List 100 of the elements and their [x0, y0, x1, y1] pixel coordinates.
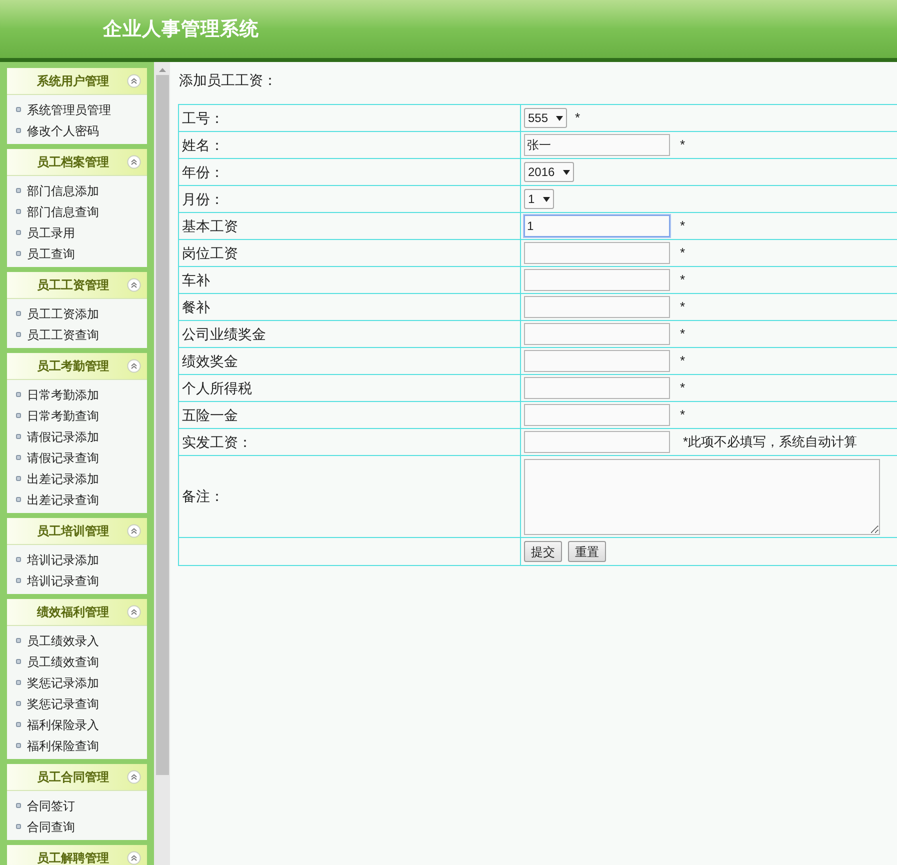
input-field[interactable] — [524, 269, 670, 291]
sidebar-link[interactable]: 出差记录添加 — [27, 470, 99, 488]
collapse-icon[interactable] — [127, 605, 141, 619]
field-label: 岗位工资 — [182, 244, 238, 260]
form-button[interactable]: 重置 — [568, 541, 606, 562]
input-field[interactable] — [524, 431, 670, 453]
form-button[interactable]: 提交 — [524, 541, 562, 562]
input-field[interactable]: 张一 — [524, 134, 670, 156]
field-label: 餐补 — [182, 298, 210, 314]
input-field[interactable] — [524, 323, 670, 345]
sidebar-link[interactable]: 培训记录查询 — [27, 572, 99, 590]
dropdown[interactable]: 555 — [524, 108, 568, 128]
bullet-icon — [16, 413, 21, 418]
sidebar-link[interactable]: 请假记录添加 — [27, 428, 99, 446]
required-mark: * — [680, 352, 686, 370]
field-label: 公司业绩奖金 — [182, 326, 266, 342]
sidebar-link[interactable]: 日常考勤添加 — [27, 386, 99, 404]
collapse-icon[interactable] — [127, 770, 141, 784]
required-mark: * — [680, 271, 686, 290]
panel-header[interactable]: 员工工资管理 — [7, 272, 147, 299]
dropdown[interactable]: 1 — [524, 189, 554, 209]
panel-header[interactable]: 员工档案管理 — [7, 149, 147, 176]
bullet-icon — [16, 392, 21, 397]
bullet-icon — [16, 332, 21, 337]
field-label: 车补 — [182, 272, 210, 288]
required-mark: * — [680, 325, 686, 344]
required-mark: * — [680, 379, 686, 398]
sidebar-link[interactable]: 员工工资添加 — [27, 304, 99, 322]
sidebar-link[interactable]: 员工录用 — [27, 224, 75, 242]
required-mark: * — [680, 298, 686, 316]
required-mark: * — [680, 406, 686, 424]
collapse-icon[interactable] — [127, 524, 141, 538]
sidebar-link[interactable]: 修改个人密码 — [27, 122, 99, 140]
sidebar-link[interactable]: 部门信息添加 — [27, 182, 99, 200]
field-label: 五险一金 — [182, 406, 238, 422]
bullet-icon — [16, 497, 21, 502]
collapse-icon[interactable] — [127, 359, 141, 373]
bullet-icon — [16, 209, 21, 214]
sidebar-link[interactable]: 福利保险录入 — [27, 716, 99, 734]
sidebar-link[interactable]: 员工绩效录入 — [27, 632, 99, 650]
panel-header[interactable]: 员工合同管理 — [7, 764, 147, 791]
app-title: 企业人事管理系统 — [103, 16, 259, 42]
input-field[interactable] — [524, 242, 670, 264]
field-label: 姓名： — [182, 136, 224, 152]
input-field[interactable]: 1 — [524, 215, 670, 237]
panel-header[interactable]: 系统用户管理 — [7, 68, 147, 95]
sidebar-link[interactable]: 系统管理员管理 — [27, 100, 111, 118]
bullet-icon — [16, 803, 21, 808]
field-label: 个人所得税 — [182, 380, 252, 396]
sidebar-link[interactable]: 部门信息查询 — [27, 202, 99, 220]
input-field[interactable] — [524, 350, 670, 372]
bullet-icon — [16, 251, 21, 256]
bullet-icon — [16, 557, 21, 562]
sidebar-link[interactable]: 培训记录添加 — [27, 550, 99, 568]
collapse-icon[interactable] — [127, 278, 141, 292]
sidebar-link[interactable]: 日常考勤查询 — [27, 406, 99, 424]
bullet-icon — [16, 722, 21, 727]
form-title: 添加员工工资： — [178, 71, 278, 90]
bullet-icon — [16, 128, 21, 133]
bullet-icon — [16, 659, 21, 664]
scrollbar-thumb[interactable] — [156, 75, 168, 775]
collapse-icon[interactable] — [127, 851, 141, 865]
sidebar-link[interactable]: 奖惩记录查询 — [27, 694, 99, 712]
sidebar-link[interactable]: 合同签订 — [27, 796, 75, 814]
field-label: 绩效奖金 — [182, 352, 238, 368]
remarks-field[interactable] — [524, 458, 880, 534]
panel-header[interactable]: 绩效福利管理 — [7, 599, 147, 626]
field-label: 实发工资： — [182, 434, 252, 450]
sidebar-link[interactable]: 出差记录查询 — [27, 490, 99, 508]
input-field[interactable] — [524, 404, 670, 426]
dropdown[interactable]: 2016 — [524, 162, 574, 182]
field-label: 工号： — [182, 110, 224, 126]
sidebar-link[interactable]: 奖惩记录添加 — [27, 674, 99, 692]
caret-icon — [542, 196, 550, 202]
input-field[interactable] — [524, 377, 670, 399]
scroll-up-icon[interactable] — [158, 67, 166, 73]
caret-icon — [556, 116, 564, 120]
bullet-icon — [16, 638, 21, 643]
bullet-icon — [16, 311, 21, 316]
sidebar-link[interactable]: 合同查询 — [27, 818, 75, 836]
required-mark: * — [575, 109, 580, 128]
sidebar-link[interactable]: 员工工资查询 — [27, 326, 99, 344]
caret-icon — [562, 170, 570, 174]
bullet-icon — [16, 824, 21, 829]
panel-header[interactable]: 员工解聘管理 — [7, 845, 147, 865]
bullet-icon — [16, 434, 21, 439]
bullet-icon — [16, 230, 21, 235]
collapse-icon[interactable] — [127, 74, 141, 88]
collapse-icon[interactable] — [127, 155, 141, 169]
panel-header[interactable]: 员工培训管理 — [7, 518, 147, 545]
scrollbar[interactable] — [154, 62, 170, 865]
required-mark: * — [680, 217, 686, 236]
input-field[interactable] — [524, 296, 670, 318]
sidebar-link[interactable]: 福利保险查询 — [27, 736, 99, 754]
panel-header[interactable]: 员工考勤管理 — [7, 353, 147, 380]
bullet-icon — [16, 701, 21, 706]
sidebar-link[interactable]: 员工查询 — [27, 244, 75, 262]
bullet-icon — [16, 107, 21, 112]
sidebar-link[interactable]: 员工绩效查询 — [27, 652, 99, 670]
sidebar-link[interactable]: 请假记录查询 — [27, 448, 99, 466]
